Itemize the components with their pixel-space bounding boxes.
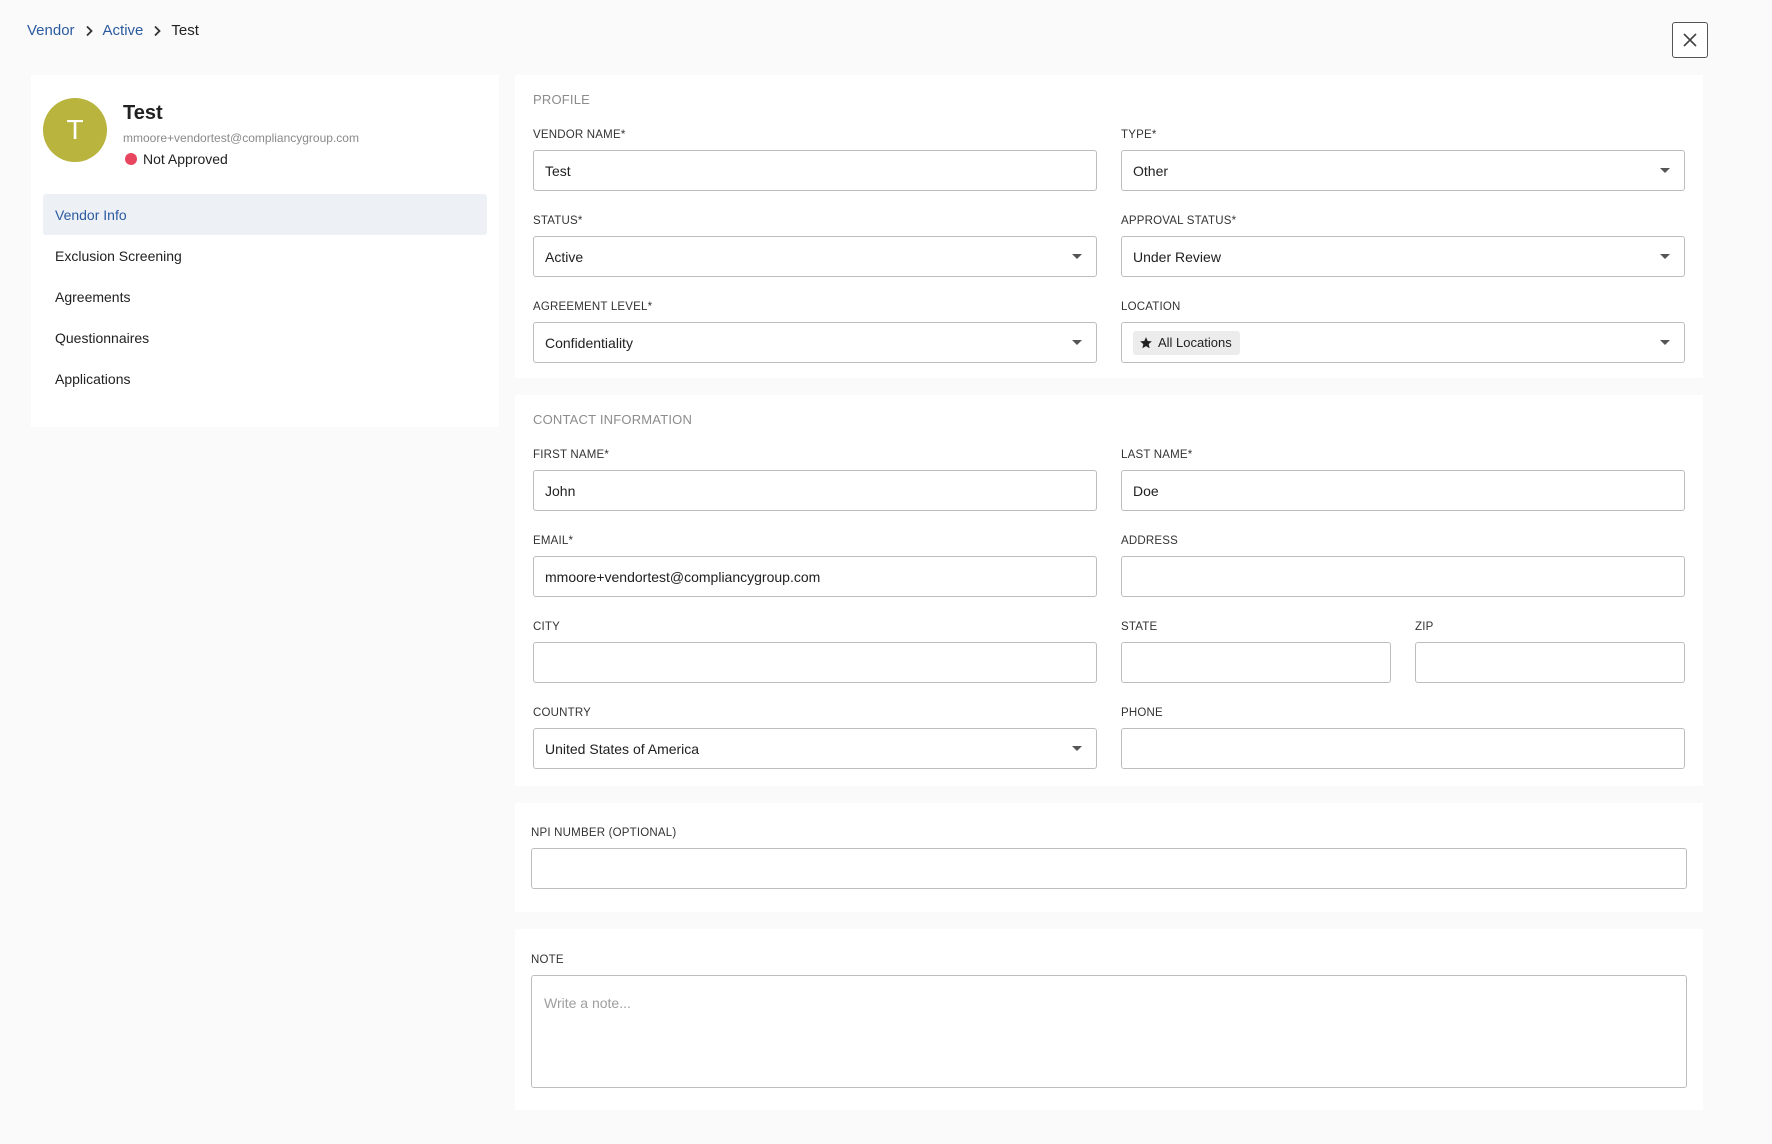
close-icon [1682, 32, 1698, 48]
contact-card: CONTACT INFORMATION FIRST NAME* John LAS… [515, 395, 1703, 786]
contact-section-title: CONTACT INFORMATION [533, 412, 693, 427]
status-label: STATUS* [533, 215, 583, 227]
sidebar-item-agreements[interactable]: Agreements [43, 276, 487, 317]
type-value: Other [1133, 162, 1169, 179]
caret-down-icon [1660, 168, 1670, 173]
approval-status-badge: Not Approved [123, 151, 228, 167]
last-name-field: LAST NAME* Doe [1121, 449, 1685, 511]
status-select[interactable]: Active [533, 236, 1097, 277]
first-name-field: FIRST NAME* John [533, 449, 1097, 511]
sidebar-item-vendor-info[interactable]: Vendor Info [43, 194, 487, 235]
zip-field: ZIP [1415, 621, 1685, 683]
address-label: ADDRESS [1121, 535, 1178, 547]
country-select[interactable]: United States of America [533, 728, 1097, 769]
location-select[interactable]: All Locations [1121, 322, 1685, 363]
phone-label: PHONE [1121, 707, 1163, 719]
note-label: NOTE [531, 954, 564, 966]
address-field: ADDRESS [1121, 535, 1685, 597]
breadcrumb: Vendor Active Test [27, 22, 199, 39]
approval-status-label: APPROVAL STATUS* [1121, 215, 1237, 227]
email-input[interactable]: mmoore+vendortest@compliancygroup.com [533, 556, 1097, 597]
npi-card: NPI NUMBER (OPTIONAL) [515, 803, 1703, 912]
country-field: COUNTRY United States of America [533, 707, 1097, 769]
status-dot-icon [125, 153, 137, 165]
status-value: Active [545, 248, 584, 265]
vendor-sidebar: T Test mmoore+vendortest@compliancygroup… [31, 75, 499, 427]
note-field: NOTE Write a note... [531, 954, 1687, 1088]
status-field: STATUS* Active [533, 215, 1097, 277]
phone-input[interactable] [1121, 728, 1685, 769]
first-name-value: John [545, 482, 576, 499]
vendor-name-label: VENDOR NAME* [533, 129, 626, 141]
agreement-level-value: Confidentiality [545, 334, 633, 351]
zip-label: ZIP [1415, 621, 1434, 633]
approval-status-select[interactable]: Under Review [1121, 236, 1685, 277]
email-field: EMAIL* mmoore+vendortest@compliancygroup… [533, 535, 1097, 597]
star-icon [1139, 336, 1158, 350]
type-field: TYPE* Other [1121, 129, 1685, 191]
sidebar-item-exclusion-screening[interactable]: Exclusion Screening [43, 235, 487, 276]
approval-status-field: APPROVAL STATUS* Under Review [1121, 215, 1685, 277]
approval-status-text: Not Approved [143, 151, 228, 167]
npi-label: NPI NUMBER (OPTIONAL) [531, 827, 677, 839]
first-name-label: FIRST NAME* [533, 449, 610, 461]
breadcrumb-current: Test [171, 22, 199, 39]
sidebar-item-applications[interactable]: Applications [43, 358, 487, 399]
country-value: United States of America [545, 740, 700, 757]
city-field: CITY [533, 621, 1097, 683]
caret-down-icon [1072, 340, 1082, 345]
type-select[interactable]: Other [1121, 150, 1685, 191]
email-value: mmoore+vendortest@compliancygroup.com [545, 568, 821, 585]
vendor-email: mmoore+vendortest@compliancygroup.com [123, 131, 359, 145]
location-chip-label: All Locations [1158, 335, 1232, 350]
sidebar-nav: Vendor Info Exclusion Screening Agreemen… [43, 194, 487, 399]
agreement-level-label: AGREEMENT LEVEL* [533, 301, 653, 313]
breadcrumb-active[interactable]: Active [103, 22, 144, 39]
vendor-name-input[interactable]: Test [533, 150, 1097, 191]
state-label: STATE [1121, 621, 1158, 633]
email-label: EMAIL* [533, 535, 574, 547]
city-label: CITY [533, 621, 560, 633]
location-label: LOCATION [1121, 301, 1181, 313]
last-name-label: LAST NAME* [1121, 449, 1193, 461]
sidebar-item-questionnaires[interactable]: Questionnaires [43, 317, 487, 358]
avatar: T [43, 98, 107, 162]
breadcrumb-vendor[interactable]: Vendor [27, 22, 75, 39]
chevron-right-icon [75, 25, 103, 37]
state-field: STATE [1121, 621, 1391, 683]
first-name-input[interactable]: John [533, 470, 1097, 511]
note-card: NOTE Write a note... [515, 929, 1703, 1110]
caret-down-icon [1072, 254, 1082, 259]
npi-input[interactable] [531, 848, 1687, 889]
approval-status-value: Under Review [1133, 248, 1221, 265]
address-input[interactable] [1121, 556, 1685, 597]
country-label: COUNTRY [533, 707, 592, 719]
close-button[interactable] [1672, 22, 1708, 58]
vendor-name-field: VENDOR NAME* Test [533, 129, 1097, 191]
npi-field: NPI NUMBER (OPTIONAL) [531, 827, 1687, 889]
agreement-level-field: AGREEMENT LEVEL* Confidentiality [533, 301, 1097, 363]
state-input[interactable] [1121, 642, 1391, 683]
vendor-title: Test [123, 102, 163, 124]
last-name-input[interactable]: Doe [1121, 470, 1685, 511]
zip-input[interactable] [1415, 642, 1685, 683]
vendor-name-value: Test [545, 162, 571, 179]
last-name-value: Doe [1133, 482, 1159, 499]
chevron-right-icon [143, 25, 171, 37]
location-field: LOCATION All Locations [1121, 301, 1685, 363]
city-input[interactable] [533, 642, 1097, 683]
note-placeholder: Write a note... [544, 995, 631, 1011]
profile-card: PROFILE VENDOR NAME* Test TYPE* Other ST… [515, 75, 1703, 378]
caret-down-icon [1072, 746, 1082, 751]
location-chip[interactable]: All Locations [1133, 330, 1240, 355]
agreement-level-select[interactable]: Confidentiality [533, 322, 1097, 363]
note-textarea[interactable]: Write a note... [531, 975, 1687, 1088]
phone-field: PHONE [1121, 707, 1685, 769]
caret-down-icon [1660, 254, 1670, 259]
caret-down-icon [1660, 340, 1670, 345]
profile-section-title: PROFILE [533, 92, 591, 107]
type-label: TYPE* [1121, 129, 1157, 141]
